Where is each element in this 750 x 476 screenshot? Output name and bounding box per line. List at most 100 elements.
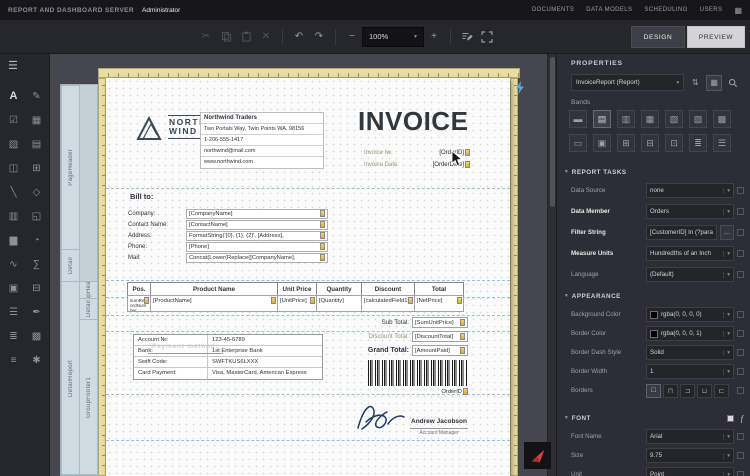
property-marker[interactable]	[737, 368, 744, 375]
group-footer-band-icon[interactable]: ▧	[665, 110, 683, 128]
property-marker[interactable]	[737, 187, 744, 194]
page-footer-band-icon[interactable]: ▨	[689, 110, 707, 128]
chart-tool-icon[interactable]: ▆	[4, 230, 24, 250]
preview-tab[interactable]: PREVIEW	[687, 26, 745, 48]
sub-total-row[interactable]: Sub Total: [SumUnitPrice]	[344, 316, 470, 329]
detail-band-icon[interactable]: ▦	[641, 110, 659, 128]
pivot-grid-tool-icon[interactable]: ⊞	[27, 158, 47, 178]
element-selector[interactable]: InvoiceReport (Report) ▾	[571, 74, 684, 91]
bill-to-title[interactable]: Bill to:	[130, 192, 153, 201]
background-color-select[interactable]: rgba(0, 0, 0, 0)▾	[646, 307, 734, 322]
company-info-block[interactable]: Northwind Traders Two Portals Way, Twin …	[200, 112, 324, 169]
nav-documents[interactable]: DOCUMENTS	[532, 7, 574, 13]
data-member-select[interactable]: Orders▾	[646, 204, 734, 219]
font-set-checkbox[interactable]	[727, 415, 734, 422]
bill-contact-row[interactable]: Contact Name: [ContactName]	[128, 219, 328, 230]
property-marker[interactable]	[737, 271, 744, 278]
settings-tool-icon[interactable]: ✱	[27, 350, 47, 370]
card-payment[interactable]: Visa, MasterCard, American Express	[208, 368, 322, 379]
company-logo[interactable]: NORTH WIND	[135, 113, 208, 141]
nav-data-models[interactable]: DATA MODELS	[586, 7, 632, 13]
design-tab[interactable]: DESIGN	[631, 26, 685, 48]
band-group-footer1[interactable]: GroupFooter1	[79, 319, 98, 475]
font-name-select[interactable]: Arial▾	[646, 429, 734, 444]
border-color-select[interactable]: rgba(0, 0, 0, 1)▾	[646, 326, 734, 341]
swift-code[interactable]: SWFTKUS6LXXX	[208, 357, 322, 367]
phone-field[interactable]: [Phone]	[189, 244, 319, 250]
signatory-name[interactable]: Andrew Jacobson	[406, 418, 472, 425]
invoice-title[interactable]: INVOICE	[358, 106, 472, 137]
signature-tool-icon[interactable]: ✒	[27, 302, 47, 322]
mail-field[interactable]: Concat(Lower(Replace([CompanyName],	[189, 255, 319, 261]
border-dash-style-select[interactable]: Solid▾	[646, 345, 734, 360]
invoice-number-field[interactable]: [OrderID]	[439, 150, 464, 156]
signature-image[interactable]	[352, 398, 410, 434]
validate-script-icon[interactable]	[457, 27, 477, 47]
design-surface[interactable]: PageHeader Detail DetailReport GroupHead…	[50, 54, 556, 476]
subreport-tool-icon[interactable]: ◫	[4, 158, 24, 178]
address-field[interactable]: FormatString('{0}, {1}, {2}', [Address],	[189, 233, 319, 239]
property-marker[interactable]	[737, 208, 744, 215]
fullscreen-icon[interactable]	[477, 27, 497, 47]
cross-tab-tool-icon[interactable]: ▩	[27, 326, 47, 346]
rich-text-tool-icon[interactable]: ✎	[27, 86, 47, 106]
table-tool-icon[interactable]: ▦	[27, 110, 47, 130]
line-tool-icon[interactable]: ╲	[4, 182, 24, 202]
property-marker[interactable]	[737, 349, 744, 356]
grand-total-row[interactable]: Grand Total: [AmountPaid]	[344, 344, 470, 357]
border-width-input[interactable]: 1▾	[646, 364, 734, 379]
filter-editor-button[interactable]: …	[720, 225, 734, 240]
border-bottom-toggle[interactable]: ⊔	[697, 384, 712, 398]
print-tool-icon[interactable]: ≡	[4, 350, 24, 370]
bill-address-row[interactable]: Address: FormatString('{0}, {1}, {2}', […	[128, 230, 328, 241]
barcode-label-row[interactable]: OrderID	[368, 388, 468, 395]
report-header-band-icon[interactable]: ▬	[569, 110, 587, 128]
barcode-tool-icon[interactable]: ▥	[4, 206, 24, 226]
zoom-in-icon[interactable]: +	[424, 27, 444, 47]
panel-tool-icon[interactable]: ▤	[27, 134, 47, 154]
nav-scheduling[interactable]: SCHEDULING	[644, 7, 687, 13]
sparkline-tool-icon[interactable]: ∿	[4, 254, 24, 274]
bill-phone-row[interactable]: Phone: [Phone]	[128, 241, 328, 252]
scrollbar-thumb[interactable]	[550, 57, 555, 207]
discount-total-field[interactable]: [DiscountTotal]	[415, 334, 459, 340]
property-marker[interactable]	[737, 311, 744, 318]
border-top-toggle[interactable]: ⊓	[663, 384, 678, 398]
invoice-number-row[interactable]: Invoice №: [OrderID]	[364, 147, 470, 158]
product-name-field[interactable]: [ProductName]	[153, 298, 192, 304]
group-header-band-icon[interactable]: ▥	[617, 110, 635, 128]
language-select[interactable]: (Default)▾	[646, 267, 734, 282]
company-name[interactable]: Northwind Traders	[201, 113, 323, 124]
company-website[interactable]: www.northwind.com	[201, 157, 323, 168]
bill-mail-row[interactable]: Mail: Concat(Lower(Replace([CompanyName]…	[128, 252, 328, 263]
data-source-select[interactable]: none▾	[646, 183, 734, 198]
company-address[interactable]: Two Portals Way, Twin Points WA, 98156	[201, 124, 323, 135]
band-detail[interactable]: Detail	[61, 249, 80, 282]
zoom-select[interactable]: 100% ▾	[362, 27, 424, 47]
shape-tool-icon[interactable]: ◇	[27, 182, 47, 202]
category-view-icon[interactable]: ▦	[706, 75, 722, 91]
discount-field[interactable]: [calculatedField1]	[364, 298, 409, 304]
copy-icon[interactable]	[216, 27, 236, 47]
apps-grid-icon[interactable]: ▦	[734, 6, 742, 15]
unit-price-field[interactable]: [UnitPrice]	[280, 298, 307, 304]
band-detail-report[interactable]: DetailReport	[61, 281, 80, 475]
invoice-date-field[interactable]: [OrderDate]	[433, 162, 464, 168]
user-name[interactable]: Administrator	[142, 7, 180, 14]
property-marker[interactable]	[737, 471, 744, 476]
signatory-role[interactable]: Account Manager	[410, 428, 468, 436]
summary-tool-icon[interactable]: ∑	[27, 254, 47, 274]
report-page[interactable]: NORTH WIND Northwind Traders Two Portals…	[106, 78, 510, 476]
company-email[interactable]: northwind@mail.com	[201, 146, 323, 157]
discount-total-row[interactable]: Discount Total: [DiscountTotal]	[344, 330, 470, 343]
contact-field[interactable]: [ContactName]	[189, 222, 319, 228]
sub-band-icon[interactable]: ⊟	[641, 134, 659, 152]
section-report-tasks[interactable]: ▾ REPORT TASKS	[557, 164, 750, 180]
redo-icon[interactable]: ↷	[309, 27, 329, 47]
property-marker[interactable]	[737, 229, 744, 236]
picture-box-tool-icon[interactable]: ▧	[4, 134, 24, 154]
page-header-band-icon[interactable]: ▤	[593, 110, 611, 128]
measure-units-select[interactable]: Hundredths of an Inch▾	[646, 246, 734, 261]
invoice-date-row[interactable]: Invoice Date: [OrderDate]	[364, 159, 470, 170]
company-field[interactable]: [CompanyName]	[189, 211, 319, 217]
